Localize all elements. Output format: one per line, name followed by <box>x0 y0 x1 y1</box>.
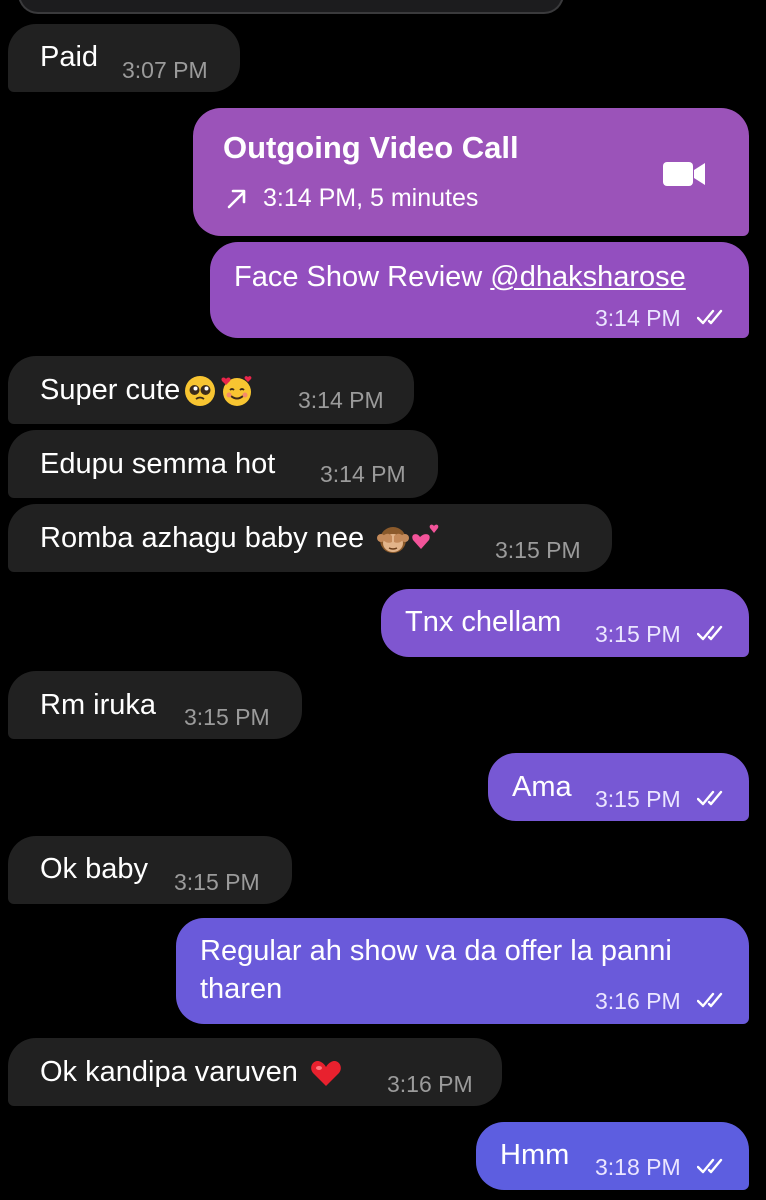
previous-message-bubble <box>18 0 564 14</box>
double-check-read-icon <box>697 991 731 1009</box>
outgoing-message[interactable]: Tnx chellam 3:15 PM <box>381 589 749 657</box>
two-hearts-emoji-icon <box>410 523 442 555</box>
message-text: Hmm <box>500 1139 570 1171</box>
red-heart-emoji-icon <box>310 1058 342 1088</box>
incoming-message[interactable]: Paid 3:07 PM <box>8 24 240 92</box>
message-text: Rm iruka <box>40 689 157 721</box>
message-text: Tnx chellam <box>405 606 562 638</box>
message-text: Edupu semma hot <box>40 448 276 480</box>
message-time: 3:16 PM <box>595 988 681 1014</box>
message-text: Face Show Review @dhaksharose <box>234 260 686 294</box>
message-text-body: Super cute <box>40 374 181 406</box>
message-text-body: Romba azhagu baby nee <box>40 522 365 554</box>
incoming-message[interactable]: Ok kandipa varuven 3:16 PM <box>8 1038 502 1106</box>
video-camera-icon[interactable] <box>663 160 707 188</box>
outgoing-message[interactable]: Regular ah show va da offer la panni tha… <box>176 918 749 1024</box>
see-no-evil-monkey-emoji-icon <box>376 522 410 556</box>
outgoing-message[interactable]: Face Show Review @dhaksharose 3:14 PM <box>210 242 749 338</box>
outgoing-message[interactable]: Hmm 3:18 PM <box>476 1122 749 1190</box>
double-check-read-icon <box>697 624 731 642</box>
call-title: Outgoing Video Call <box>223 130 519 165</box>
message-time: 3:14 PM <box>595 305 681 331</box>
message-time: 3:15 PM <box>495 537 581 563</box>
pleading-face-emoji-icon <box>184 375 216 407</box>
message-time: 3:15 PM <box>174 869 260 895</box>
incoming-message[interactable]: Ok baby 3:15 PM <box>8 836 292 904</box>
message-text: Ama <box>512 771 572 803</box>
incoming-message[interactable]: Rm iruka 3:15 PM <box>8 671 302 739</box>
message-text-body: Face Show Review <box>234 261 491 293</box>
message-text: Super cute <box>40 373 254 408</box>
username-mention-link[interactable]: @dhaksharose <box>490 261 686 293</box>
message-text: Ok baby <box>40 853 148 885</box>
double-check-read-icon <box>697 308 731 326</box>
message-time: 3:14 PM <box>298 387 384 413</box>
message-text-body: Ok kandipa varuven <box>40 1056 298 1088</box>
double-check-read-icon <box>697 1157 731 1175</box>
double-check-read-icon <box>697 789 731 807</box>
incoming-message[interactable]: Edupu semma hot 3:14 PM <box>8 430 438 498</box>
outgoing-video-call-bubble[interactable]: Outgoing Video Call 3:14 PM, 5 minutes <box>193 108 749 236</box>
message-text-line-2: tharen <box>200 973 283 1005</box>
incoming-message[interactable]: Romba azhagu baby nee 3:15 PM <box>8 504 612 572</box>
message-text-line-1: Regular ah show va da offer la panni <box>200 935 672 967</box>
message-time: 3:15 PM <box>595 621 681 647</box>
message-time: 3:15 PM <box>595 786 681 812</box>
message-time: 3:07 PM <box>122 57 208 83</box>
message-text: Paid <box>40 41 99 73</box>
message-time: 3:18 PM <box>595 1154 681 1180</box>
incoming-message[interactable]: Super cute 3:14 PM <box>8 356 414 424</box>
smiling-face-with-hearts-emoji-icon <box>220 374 254 408</box>
message-time: 3:15 PM <box>184 704 270 730</box>
call-detail: 3:14 PM, 5 minutes <box>263 184 479 212</box>
outgoing-message[interactable]: Ama 3:15 PM <box>488 753 749 821</box>
message-text: Romba azhagu baby nee <box>40 521 442 556</box>
message-text: Ok kandipa varuven <box>40 1055 342 1089</box>
message-time: 3:16 PM <box>387 1071 473 1097</box>
outgoing-arrow-icon <box>225 186 249 210</box>
message-time: 3:14 PM <box>320 461 406 487</box>
